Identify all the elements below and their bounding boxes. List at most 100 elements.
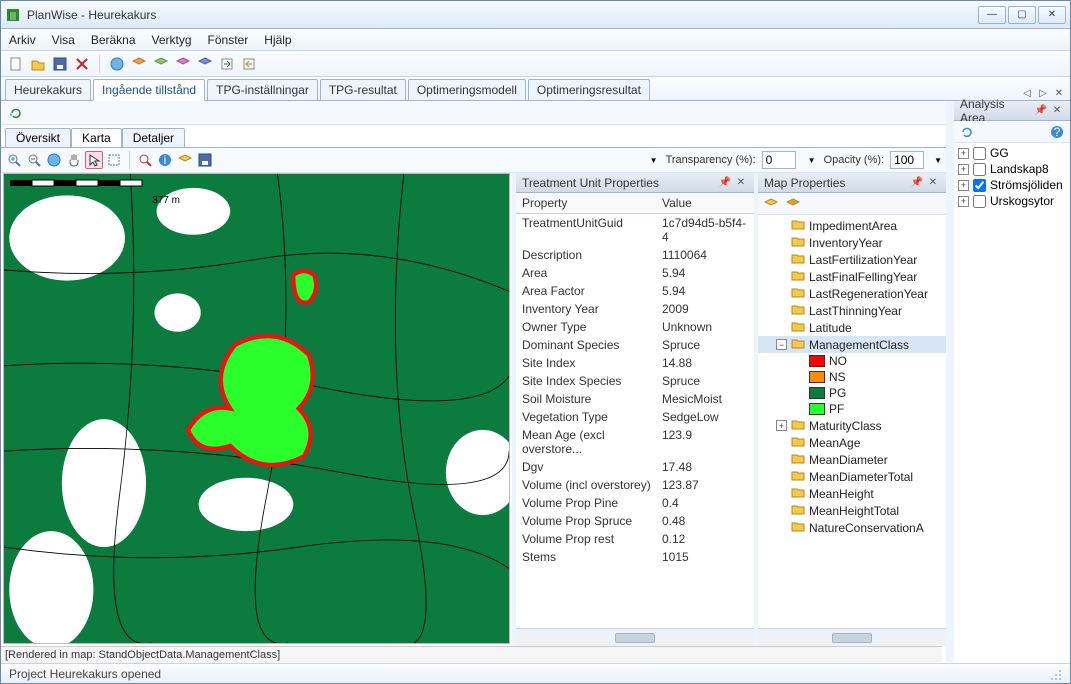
export-icon[interactable] <box>218 55 236 73</box>
refresh-icon[interactable] <box>958 123 976 141</box>
col-value[interactable]: Value <box>656 193 698 213</box>
tree-node-pf[interactable]: PF <box>758 401 946 417</box>
help-icon[interactable]: ? <box>1048 123 1066 141</box>
pin-icon[interactable]: 📌 <box>718 176 732 190</box>
property-row[interactable]: Area Factor5.94 <box>516 282 754 300</box>
collapse-icon[interactable]: − <box>776 339 787 350</box>
select-arrow-icon[interactable] <box>85 151 103 169</box>
property-row[interactable]: Volume Prop rest0.12 <box>516 530 754 548</box>
subtab-karta[interactable]: Karta <box>71 128 122 148</box>
pan-icon[interactable] <box>65 151 83 169</box>
analysis-item-gg[interactable]: +GG <box>954 145 1070 161</box>
property-row[interactable]: Owner TypeUnknown <box>516 318 754 336</box>
tree-node-lastfertilizationyear[interactable]: LastFertilizationYear <box>758 251 946 268</box>
property-row[interactable]: Volume Prop Pine0.4 <box>516 494 754 512</box>
close-button[interactable]: ✕ <box>1038 6 1066 24</box>
map-canvas[interactable]: 377 m <box>3 173 510 644</box>
property-row[interactable]: Stems1015 <box>516 548 754 566</box>
globe-icon[interactable] <box>108 55 126 73</box>
zoom-out-icon[interactable] <box>25 151 43 169</box>
tab-heurekakurs[interactable]: Heurekakurs <box>5 79 91 100</box>
analysis-item-landskap8[interactable]: +Landskap8 <box>954 161 1070 177</box>
property-row[interactable]: Inventory Year2009 <box>516 300 754 318</box>
info-icon[interactable]: i <box>156 151 174 169</box>
delete-icon[interactable] <box>73 55 91 73</box>
cube3-icon[interactable] <box>174 55 192 73</box>
transparency-input[interactable] <box>762 151 796 169</box>
analysis-checkbox[interactable] <box>973 163 986 176</box>
dropdown-caret[interactable]: ▼ <box>808 156 816 165</box>
tree-node-latitude[interactable]: Latitude <box>758 319 946 336</box>
property-row[interactable]: Area5.94 <box>516 264 754 282</box>
resize-grip-icon[interactable] <box>1048 667 1062 681</box>
tree-node-pg[interactable]: PG <box>758 385 946 401</box>
layers-icon[interactable] <box>176 151 194 169</box>
property-row[interactable]: Site Index14.88 <box>516 354 754 372</box>
expand-icon[interactable]: + <box>776 420 787 431</box>
tree-node-lastregenerationyear[interactable]: LastRegenerationYear <box>758 285 946 302</box>
open-icon[interactable] <box>29 55 47 73</box>
tree-node-inventoryyear[interactable]: InventoryYear <box>758 234 946 251</box>
analysis-checkbox[interactable] <box>973 195 986 208</box>
refresh-icon[interactable] <box>7 104 25 122</box>
close-icon[interactable]: ✕ <box>1050 104 1064 118</box>
tree-node-managementclass[interactable]: −ManagementClass <box>758 336 946 353</box>
tree-node-impedimentarea[interactable]: ImpedimentArea <box>758 217 946 234</box>
subtab-oversikt[interactable]: Översikt <box>5 128 71 147</box>
tree-node-no[interactable]: NO <box>758 353 946 369</box>
zoom-layer-icon[interactable] <box>136 151 154 169</box>
select-rect-icon[interactable] <box>105 151 123 169</box>
tab-next-icon[interactable]: ▷ <box>1036 86 1050 100</box>
add-layer-icon[interactable] <box>762 195 780 213</box>
tree-node-lastfinalfellingyear[interactable]: LastFinalFellingYear <box>758 268 946 285</box>
menu-berakna[interactable]: Beräkna <box>91 33 136 47</box>
menu-fonster[interactable]: Fönster <box>208 33 249 47</box>
tab-close-icon[interactable]: ✕ <box>1052 86 1066 100</box>
opacity-input[interactable] <box>890 151 924 169</box>
zoom-extent-icon[interactable] <box>45 151 63 169</box>
tree-node-natureconservationa[interactable]: NatureConservationA <box>758 519 946 536</box>
analysis-item-strömsjöliden[interactable]: +Strömsjöliden <box>954 177 1070 193</box>
save-map-icon[interactable] <box>196 151 214 169</box>
expand-icon[interactable]: + <box>958 164 969 175</box>
hscrollbar[interactable] <box>516 628 754 646</box>
property-row[interactable]: Description1110064 <box>516 246 754 264</box>
cube4-icon[interactable] <box>196 55 214 73</box>
tree-node-lastthinningyear[interactable]: LastThinningYear <box>758 302 946 319</box>
hscrollbar[interactable] <box>758 628 946 646</box>
analysis-item-urskogsytor[interactable]: +Urskogsytor <box>954 193 1070 209</box>
property-row[interactable]: Mean Age (excl overstore...123.9 <box>516 426 754 458</box>
cube1-icon[interactable] <box>130 55 148 73</box>
save-icon[interactable] <box>51 55 69 73</box>
property-row[interactable]: Site Index SpeciesSpruce <box>516 372 754 390</box>
property-row[interactable]: Soil MoistureMesicMoist <box>516 390 754 408</box>
minimize-button[interactable]: — <box>978 6 1006 24</box>
tree-node-maturityclass[interactable]: +MaturityClass <box>758 417 946 434</box>
tree-node-meandiametertotal[interactable]: MeanDiameterTotal <box>758 468 946 485</box>
new-icon[interactable] <box>7 55 25 73</box>
property-row[interactable]: Dominant SpeciesSpruce <box>516 336 754 354</box>
dropdown-caret[interactable]: ▼ <box>934 156 942 165</box>
menu-verktyg[interactable]: Verktyg <box>152 33 192 47</box>
tree-node-meanheighttotal[interactable]: MeanHeightTotal <box>758 502 946 519</box>
tab-ingaende-tillstand[interactable]: Ingående tillstånd <box>93 79 205 101</box>
remove-layer-icon[interactable] <box>784 195 802 213</box>
property-row[interactable]: TreatmentUnitGuid1c7d94d5-b5f4-4 <box>516 214 754 246</box>
tree-node-meanheight[interactable]: MeanHeight <box>758 485 946 502</box>
menu-arkiv[interactable]: Arkiv <box>9 33 36 47</box>
subtab-detaljer[interactable]: Detaljer <box>122 128 185 147</box>
maximize-button[interactable]: ▢ <box>1008 6 1036 24</box>
menu-hjalp[interactable]: Hjälp <box>264 33 291 47</box>
col-property[interactable]: Property <box>516 193 656 213</box>
property-row[interactable]: Volume Prop Spruce0.48 <box>516 512 754 530</box>
pin-icon[interactable]: 📌 <box>1034 104 1048 118</box>
tree-node-ns[interactable]: NS <box>758 369 946 385</box>
zoom-in-icon[interactable] <box>5 151 23 169</box>
property-row[interactable]: Volume (incl overstorey)123.87 <box>516 476 754 494</box>
dropdown-caret[interactable]: ▼ <box>650 156 658 165</box>
menu-visa[interactable]: Visa <box>52 33 75 47</box>
cube2-icon[interactable] <box>152 55 170 73</box>
tab-optimeringsresultat[interactable]: Optimeringsresultat <box>528 79 650 100</box>
property-row[interactable]: Vegetation TypeSedgeLow <box>516 408 754 426</box>
tab-tpg-installningar[interactable]: TPG-inställningar <box>207 79 318 100</box>
